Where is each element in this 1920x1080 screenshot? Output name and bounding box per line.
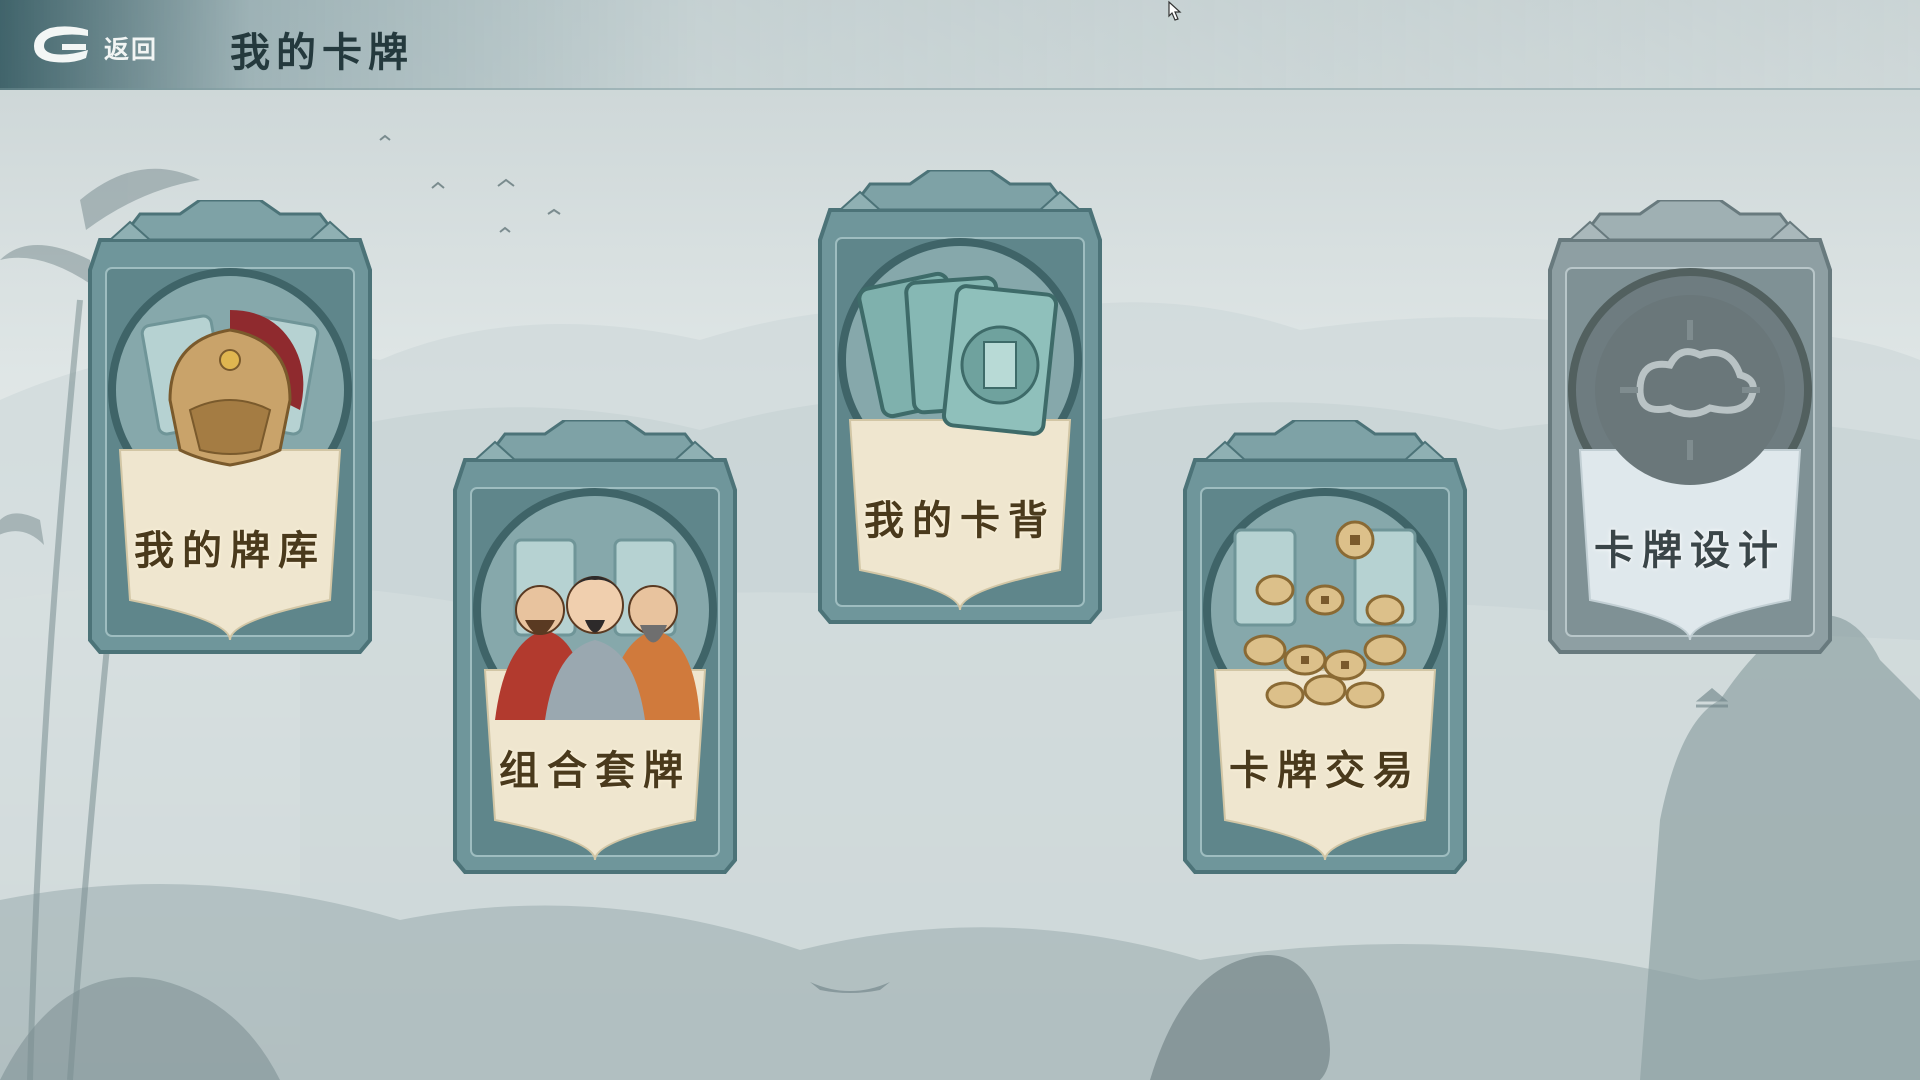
card-label: 组合套牌 (499, 747, 691, 794)
card-label: 我的卡背 (864, 497, 1056, 544)
card-card-design[interactable]: 卡牌设计 (1540, 200, 1840, 660)
card-label: 卡牌设计 (1594, 527, 1786, 574)
heroes-portrait-icon (485, 500, 705, 720)
coins-icon (1215, 500, 1435, 720)
back-arrow-icon (34, 26, 88, 63)
helmet-icon (120, 280, 340, 500)
top-bar: 返回 我的卡牌 (0, 0, 1920, 90)
card-combo-decks[interactable]: 组合套牌 (445, 420, 745, 880)
card-my-deck-library[interactable]: 我的牌库 (80, 200, 380, 660)
cloud-emblem-icon (1580, 280, 1800, 500)
back-button[interactable]: 返回 (22, 18, 182, 74)
card-my-card-backs[interactable]: 我的卡背 (810, 170, 1110, 630)
card-card-trade[interactable]: 卡牌交易 (1175, 420, 1475, 880)
card-label: 我的牌库 (134, 527, 326, 574)
card-backs-icon (850, 250, 1070, 470)
game-screen: 返回 我的卡牌 我的牌库 组合套牌 我的卡背 卡牌交易 卡牌设计 (0, 0, 1920, 1080)
page-title: 我的卡牌 (230, 29, 414, 76)
card-label: 卡牌交易 (1229, 747, 1421, 794)
mouse-cursor-icon (1168, 0, 1182, 21)
back-label: 返回 (104, 35, 159, 64)
